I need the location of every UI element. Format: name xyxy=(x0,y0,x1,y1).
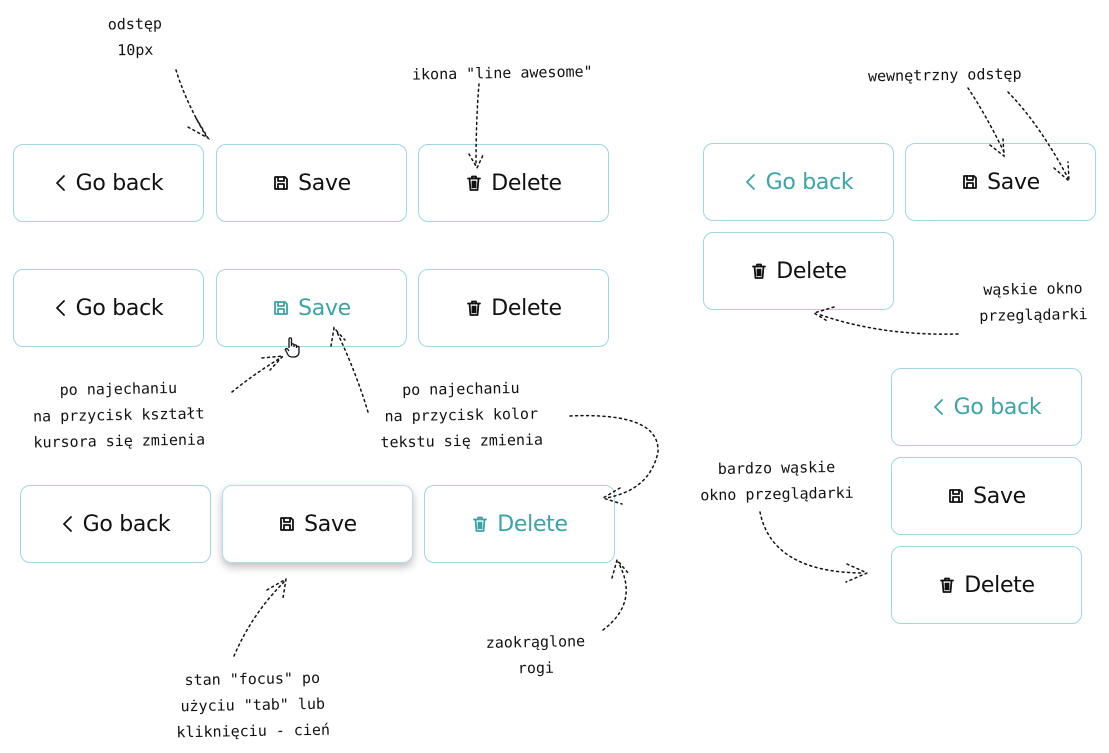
annotation-arrows xyxy=(175,69,1070,657)
